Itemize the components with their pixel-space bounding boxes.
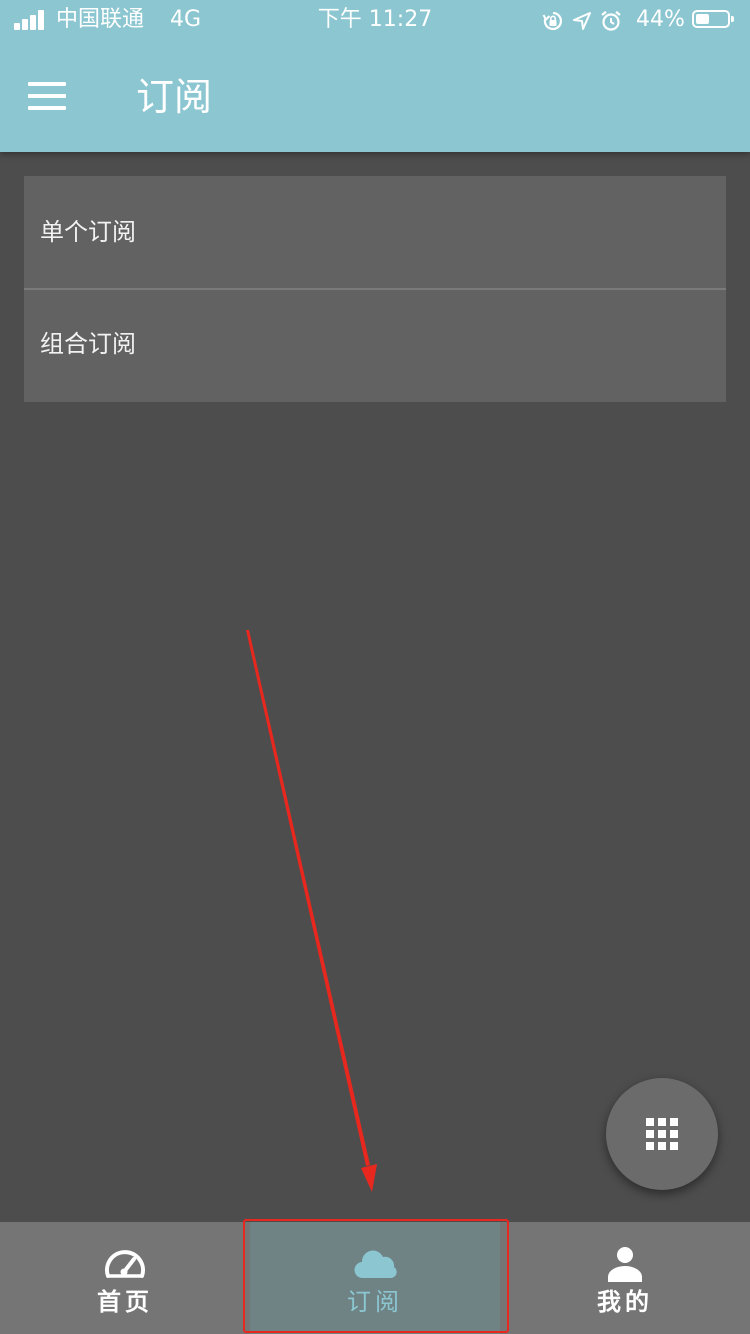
cloud-icon (354, 1250, 397, 1279)
speedometer-icon (105, 1250, 145, 1278)
hamburger-menu-icon[interactable] (28, 80, 68, 112)
battery-level-fill (696, 14, 709, 24)
list-item-label: 组合订阅 (40, 330, 136, 358)
nav-item-mine[interactable]: 我的 (500, 1222, 750, 1334)
status-bar: 中国联通 4G 下午 11:27 44% (0, 0, 750, 40)
app-header: 中国联通 4G 下午 11:27 44% 订阅 (0, 0, 750, 152)
battery-percentage: 44% (636, 7, 685, 32)
subscription-list: 单个订阅 组合订阅 (24, 176, 726, 402)
orientation-lock-icon (542, 11, 562, 31)
nav-item-home[interactable]: 首页 (0, 1222, 250, 1334)
page-title: 订阅 (136, 75, 213, 119)
nav-label: 我的 (597, 1288, 653, 1316)
alarm-icon (601, 10, 621, 31)
nav-label: 首页 (97, 1288, 153, 1316)
list-item-label: 单个订阅 (40, 218, 136, 246)
nav-item-subscribe[interactable]: 订阅 (250, 1222, 500, 1334)
battery-icon (692, 10, 734, 28)
list-item-single-subscription[interactable]: 单个订阅 (24, 176, 726, 289)
grid-icon (646, 1118, 678, 1150)
status-icons (542, 8, 622, 34)
location-arrow-icon (573, 12, 591, 30)
list-item-combined-subscription[interactable]: 组合订阅 (24, 290, 726, 403)
app-screen: 中国联通 4G 下午 11:27 44% 订阅 单个订阅 组合订阅 首页 订阅 … (0, 0, 750, 1334)
nav-label: 订阅 (347, 1288, 403, 1316)
user-icon (608, 1247, 642, 1282)
bottom-navigation: 首页 订阅 我的 (0, 1222, 750, 1334)
grid-fab-button[interactable] (606, 1078, 718, 1190)
